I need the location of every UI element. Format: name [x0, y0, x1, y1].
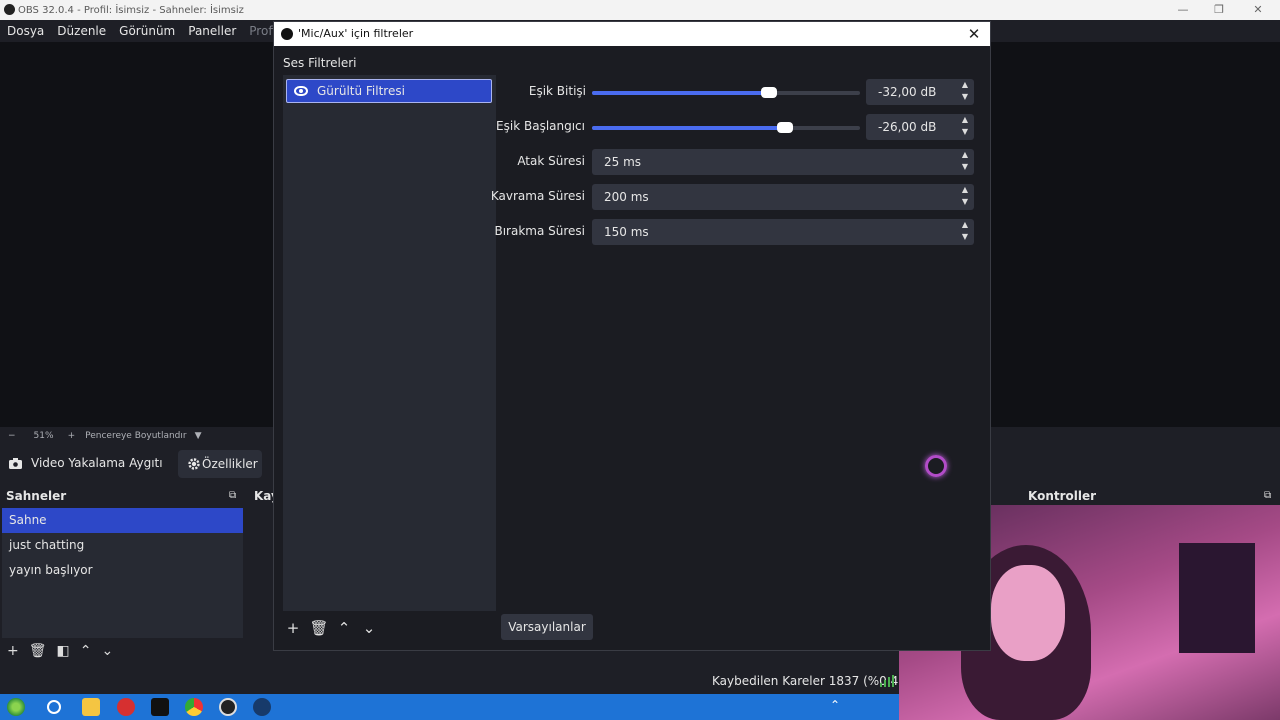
- scenes-toolbar: + 🗑 ◧ ⌃ ⌄: [7, 643, 113, 659]
- threshold-open-slider[interactable]: [592, 122, 860, 133]
- camera-icon: [9, 458, 22, 469]
- threshold-open-label: Eşik Başlangıcı: [496, 119, 585, 133]
- threshold-open-input[interactable]: -26,00 dB ▲ ▼: [866, 114, 974, 140]
- attack-time-value: 25 ms: [604, 155, 642, 169]
- app-icon[interactable]: [117, 698, 135, 716]
- release-time-value: 150 ms: [604, 225, 649, 239]
- dropped-frames: Kaybedilen Kareler 1837 (%0.4): [712, 674, 903, 688]
- attack-time-input[interactable]: 25 ms ▲ ▼: [592, 149, 974, 175]
- threshold-close-value: -32,00 dB: [878, 85, 937, 99]
- dialog-close-button[interactable]: ✕: [964, 22, 984, 46]
- filter-icon[interactable]: ◧: [57, 643, 70, 659]
- zoom-value: 51%: [33, 430, 54, 441]
- controls-title: Kontroller: [1020, 486, 1280, 506]
- close-button[interactable]: ✕: [1238, 0, 1278, 20]
- controls-dock: Kontroller ⧉: [1020, 486, 1280, 506]
- release-time-label: Bırakma Süresi: [494, 224, 585, 238]
- scenes-title: Sahneler: [0, 486, 245, 506]
- signal-icon: [880, 675, 894, 687]
- trash-icon[interactable]: 🗑: [29, 643, 47, 659]
- sources-title: Kay: [250, 486, 279, 506]
- webcam-background: [1179, 543, 1255, 653]
- menu-edit[interactable]: Düzenle: [50, 24, 112, 38]
- threshold-close-slider[interactable]: [592, 87, 860, 98]
- threshold-close-input[interactable]: -32,00 dB ▲ ▼: [866, 79, 974, 105]
- obs-logo-icon: [281, 28, 293, 40]
- menu-docks[interactable]: Paneller: [181, 24, 242, 38]
- menu-file[interactable]: Dosya: [0, 24, 50, 38]
- chevron-down-icon[interactable]: ▼: [195, 431, 202, 441]
- properties-button[interactable]: Özellikler: [178, 450, 262, 478]
- slider-handle[interactable]: [776, 122, 793, 133]
- obs-logo-icon: [4, 4, 15, 15]
- spin-arrows-icon[interactable]: ▲ ▼: [956, 184, 974, 210]
- chevron-up-icon[interactable]: ⌃: [830, 698, 840, 712]
- chevron-down-icon[interactable]: ⌄: [359, 618, 379, 638]
- spin-arrows-icon[interactable]: ▲ ▼: [956, 79, 974, 105]
- audio-filters-label: Ses Filtreleri: [283, 56, 357, 70]
- attack-time-label: Atak Süresi: [517, 154, 585, 168]
- threshold-close-label: Eşik Bitişi: [528, 84, 586, 98]
- loading-cursor-icon: [925, 455, 947, 477]
- hold-time-label: Kavrama Süresi: [490, 189, 585, 203]
- scenes-list: Sahne just chatting yayın başlıyor: [2, 508, 243, 638]
- undock-icon[interactable]: ⧉: [1264, 490, 1271, 501]
- filters-dialog: 'Mic/Aux' için filtreler ✕ Ses Filtreler…: [273, 21, 991, 651]
- app-icon[interactable]: [151, 698, 169, 716]
- source-name: Video Yakalama Aygıtı: [31, 456, 163, 470]
- release-time-input[interactable]: 150 ms ▲ ▼: [592, 219, 974, 245]
- start-icon[interactable]: [7, 698, 25, 716]
- spin-arrows-icon[interactable]: ▲ ▼: [956, 114, 974, 140]
- fit-window-label[interactable]: Pencereye Boyutlandır: [85, 431, 186, 441]
- obs-icon[interactable]: [219, 698, 237, 716]
- chrome-icon[interactable]: [185, 698, 203, 716]
- webcam-face: [991, 565, 1065, 661]
- chevron-down-icon[interactable]: ⌄: [101, 643, 113, 659]
- maximize-button[interactable]: ❐: [1199, 0, 1239, 20]
- zoom-out-button[interactable]: −: [8, 431, 16, 441]
- chevron-up-icon[interactable]: ⌃: [334, 618, 354, 638]
- sources-dock: Kay: [250, 486, 279, 664]
- filter-name: Gürültü Filtresi: [317, 84, 405, 98]
- chevron-up-icon[interactable]: ⌃: [80, 643, 92, 659]
- hold-time-value: 200 ms: [604, 190, 649, 204]
- scenes-dock: Sahneler ⧉ Sahne just chatting yayın baş…: [0, 486, 245, 664]
- trash-icon[interactable]: 🗑: [309, 618, 329, 638]
- zoom-in-button[interactable]: +: [68, 431, 76, 441]
- steam-icon[interactable]: [253, 698, 271, 716]
- source-toolbar: Video Yakalama Aygıtı Özellikler: [0, 447, 272, 481]
- zoom-bar: − 51% + Pencereye Boyutlandır ▼: [0, 427, 272, 444]
- menu-view[interactable]: Görünüm: [112, 24, 181, 38]
- scene-item-yayin-basliyor[interactable]: yayın başlıyor: [2, 558, 243, 583]
- spin-arrows-icon[interactable]: ▲ ▼: [956, 219, 974, 245]
- search-icon[interactable]: [47, 700, 61, 714]
- dialog-title-bar: 'Mic/Aux' için filtreler ✕: [274, 22, 990, 46]
- eye-icon[interactable]: [294, 86, 308, 96]
- gear-icon: [188, 458, 200, 470]
- minimize-button[interactable]: —: [1163, 0, 1203, 20]
- add-icon[interactable]: +: [7, 643, 19, 659]
- scene-item-just-chatting[interactable]: just chatting: [2, 533, 243, 558]
- app-title-bar: OBS 32.0.4 - Profil: İsimsiz - Sahneler:…: [0, 0, 1280, 20]
- slider-fill: [592, 91, 769, 95]
- scene-item-sahne[interactable]: Sahne: [2, 508, 243, 533]
- dialog-title: 'Mic/Aux' için filtreler: [298, 27, 414, 40]
- spin-arrows-icon[interactable]: ▲ ▼: [956, 149, 974, 175]
- undock-icon[interactable]: ⧉: [229, 490, 236, 501]
- app-title: OBS 32.0.4 - Profil: İsimsiz - Sahneler:…: [18, 4, 244, 16]
- folder-icon[interactable]: [82, 698, 100, 716]
- add-filter-button[interactable]: +: [283, 618, 303, 638]
- defaults-button[interactable]: Varsayılanlar: [501, 614, 593, 640]
- properties-label: Özellikler: [202, 457, 258, 471]
- hold-time-input[interactable]: 200 ms ▲ ▼: [592, 184, 974, 210]
- threshold-open-value: -26,00 dB: [878, 120, 937, 134]
- slider-handle[interactable]: [760, 87, 777, 98]
- slider-fill: [592, 126, 785, 130]
